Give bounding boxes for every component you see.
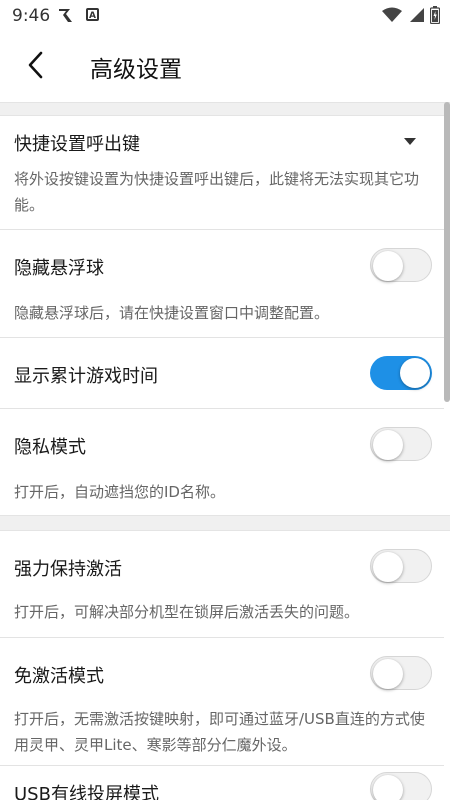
page-title: 高级设置 xyxy=(90,57,182,83)
battery-icon xyxy=(430,6,440,24)
setting-privacy-title: 隐私模式 xyxy=(14,437,86,458)
setting-show-time-title: 显示累计游戏时间 xyxy=(14,366,158,387)
status-time: 9:46 xyxy=(12,6,51,26)
setting-show-time: 显示累计游戏时间 xyxy=(0,338,450,408)
status-bar: 9:46 A xyxy=(0,0,450,32)
setting-usb-cast: USB有线投屏模式 xyxy=(0,766,450,800)
wifi-icon xyxy=(382,7,402,22)
toggle-knob xyxy=(373,659,403,689)
setting-privacy-desc: 打开后，自动遮挡您的ID名称。 xyxy=(14,483,225,501)
setting-no-activation: 免激活模式 打开后，无需激活按键映射，即可通过蓝牙/USB直连的方式使用灵甲、灵… xyxy=(0,638,450,764)
setting-no-activation-title: 免激活模式 xyxy=(14,666,104,687)
setting-keep-alive-desc: 打开后，可解决部分机型在锁屏后激活丢失的问题。 xyxy=(14,603,360,621)
show-time-toggle[interactable] xyxy=(370,356,432,390)
usb-cast-toggle[interactable] xyxy=(370,772,432,800)
toggle-knob xyxy=(373,430,403,460)
toggle-knob xyxy=(373,552,403,582)
r-app-icon xyxy=(59,9,72,22)
setting-usb-cast-title: USB有线投屏模式 xyxy=(14,784,159,800)
section-divider xyxy=(0,102,450,116)
keep-alive-toggle[interactable] xyxy=(370,549,432,583)
setting-hide-ball: 隐藏悬浮球 隐藏悬浮球后，请在快捷设置窗口中调整配置。 xyxy=(0,230,450,336)
hide-ball-toggle[interactable] xyxy=(370,248,432,282)
setting-hotkey[interactable]: 快捷设置呼出键 将外设按键设置为快捷设置呼出键后，此键将无法实现其它功能。 xyxy=(0,116,450,228)
setting-keep-alive-title: 强力保持激活 xyxy=(14,559,122,580)
setting-hotkey-title: 快捷设置呼出键 xyxy=(14,134,140,155)
no-activation-toggle[interactable] xyxy=(370,656,432,690)
toggle-knob xyxy=(373,251,403,281)
toggle-knob xyxy=(373,775,403,800)
setting-hide-ball-desc: 隐藏悬浮球后，请在快捷设置窗口中调整配置。 xyxy=(14,304,330,322)
section-divider xyxy=(0,515,450,531)
privacy-toggle[interactable] xyxy=(370,427,432,461)
toggle-knob xyxy=(400,358,430,388)
setting-privacy: 隐私模式 打开后，自动遮挡您的ID名称。 xyxy=(0,409,450,515)
status-right xyxy=(382,6,440,24)
setting-no-activation-desc: 打开后，无需激活按键映射，即可通过蓝牙/USB直连的方式使用灵甲、灵甲Lite、… xyxy=(14,710,425,754)
chevron-left-icon[interactable] xyxy=(24,50,48,80)
signal-icon xyxy=(410,8,424,22)
setting-keep-alive: 强力保持激活 打开后，可解决部分机型在锁屏后激活丢失的问题。 xyxy=(0,531,450,637)
header: 高级设置 xyxy=(0,32,450,102)
dropdown-arrow-icon[interactable] xyxy=(404,138,416,145)
a-app-icon: A xyxy=(86,8,99,21)
setting-hotkey-desc: 将外设按键设置为快捷设置呼出键后，此键将无法实现其它功能。 xyxy=(14,170,420,214)
scrollbar[interactable] xyxy=(444,102,450,402)
setting-hide-ball-title: 隐藏悬浮球 xyxy=(14,258,104,279)
